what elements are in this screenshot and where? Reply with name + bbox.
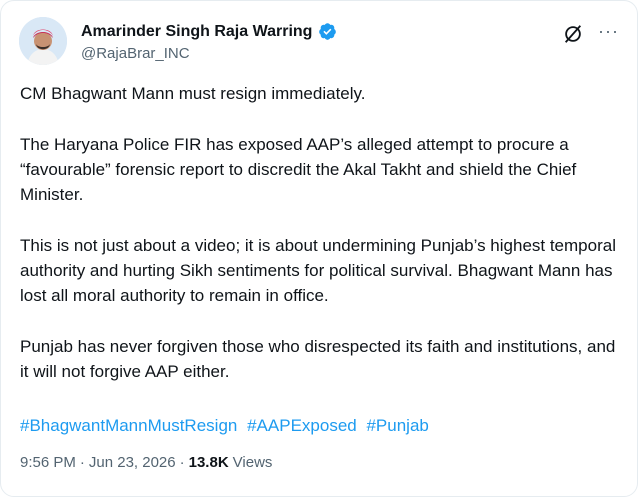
hashtag-row: #BhagwantMannMustResign #AAPExposed #Pun… <box>20 413 434 438</box>
meta-separator: · <box>79 454 85 471</box>
author-name-row: Amarinder Singh Raja Warring <box>81 22 337 41</box>
avatar[interactable] <box>19 17 67 65</box>
tweet-top-actions: ··· <box>562 22 619 45</box>
tweet-paragraph: CM Bhagwant Mann must resign immediately… <box>20 84 366 103</box>
more-horizontal-icon[interactable]: ··· <box>598 22 619 40</box>
tweet-meta: 9:56 PM · Jun 23, 2026 · 13.8K Views <box>20 454 272 471</box>
hashtag-link[interactable]: #AAPExposed <box>247 416 357 435</box>
hashtag-link[interactable]: #BhagwantMannMustResign <box>20 416 237 435</box>
views-count: 13.8K <box>188 454 229 471</box>
verified-badge-icon <box>318 22 337 41</box>
tweet-text: CM Bhagwant Mann must resign immediately… <box>20 81 620 410</box>
tweet-paragraph: This is not just about a video; it is ab… <box>20 236 621 305</box>
views-label: Views <box>232 454 273 471</box>
grok-slash-circle-icon[interactable] <box>562 23 584 45</box>
tweet-paragraph: Punjab has never forgiven those who disr… <box>20 337 621 381</box>
tweet-paragraph: The Haryana Police FIR has exposed AAP’s… <box>20 135 582 204</box>
hashtag-link[interactable]: #Punjab <box>366 416 428 435</box>
tweet-date[interactable]: Jun 23, 2026 <box>89 454 176 471</box>
meta-separator: · <box>179 454 185 471</box>
author-display-name[interactable]: Amarinder Singh Raja Warring <box>81 23 312 41</box>
avatar-image <box>19 17 67 65</box>
author-handle[interactable]: @RajaBrar_INC <box>81 45 190 62</box>
tweet-card: Amarinder Singh Raja Warring @RajaBrar_I… <box>0 0 638 497</box>
tweet-time[interactable]: 9:56 PM <box>20 454 76 471</box>
